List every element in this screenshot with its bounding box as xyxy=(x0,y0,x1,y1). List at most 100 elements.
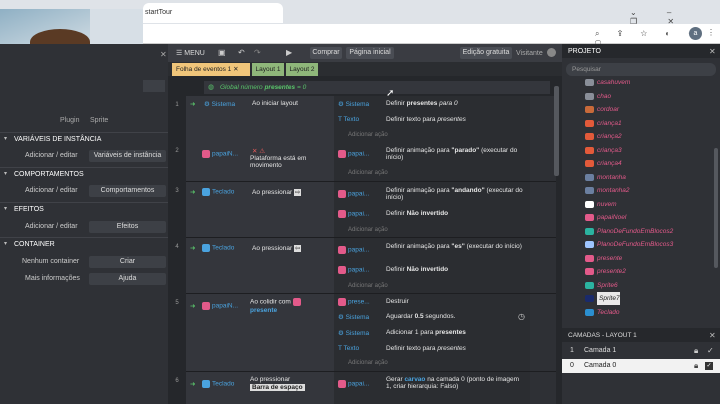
add-action-link[interactable]: Adicionar ação xyxy=(348,170,388,176)
tab-layout-2[interactable]: Layout 2 xyxy=(286,63,318,76)
project-item[interactable]: criança2 xyxy=(585,130,622,143)
layer-row[interactable]: 1 Camada 1 🔒︎ ✓ xyxy=(562,344,720,358)
action-text: Aguardar 0.5 segundos. xyxy=(386,313,456,320)
close-icon[interactable]: ✕ xyxy=(709,331,716,340)
project-search-input[interactable]: Pesquisar xyxy=(566,63,716,76)
project-title: PROJETO xyxy=(568,48,601,55)
menu-button[interactable]: ☰ MENU xyxy=(176,49,205,57)
play-icon[interactable]: ▶ xyxy=(286,48,292,57)
action-object: T Texto xyxy=(338,116,360,123)
event-scrollbar[interactable] xyxy=(554,86,559,176)
project-item[interactable]: presente2 xyxy=(585,265,626,278)
project-item[interactable]: chao xyxy=(585,90,611,103)
behaviors-button[interactable]: Comportamentos xyxy=(89,185,166,197)
project-panel: PROJETO ✕ Pesquisar casahuvem chao cordoar… xyxy=(562,44,720,328)
redo-icon[interactable]: ↷ xyxy=(254,48,261,57)
layer-row-selected[interactable]: 0 Camada 0 🔒︎ ✓ xyxy=(562,359,720,373)
effects-button[interactable]: Efeitos xyxy=(89,221,166,233)
home-button[interactable]: Página inicial xyxy=(346,47,394,59)
browser-tab-title: startTour xyxy=(145,9,173,16)
event-actions[interactable]: papai... Definir animação para "parado" … xyxy=(334,142,530,181)
project-item-label: montanha2 xyxy=(597,187,630,194)
chevron-down-icon: ▾ xyxy=(4,241,8,247)
project-item[interactable]: criança1 xyxy=(585,117,622,130)
event-block[interactable]: ➜ papaiN... Ao colidir com presente pres… xyxy=(186,294,556,372)
layers-panel: CAMADAS - LAYOUT 1 ✕ 1 Camada 1 🔒︎ ✓ 0 C… xyxy=(562,328,720,404)
undo-icon[interactable]: ↶ xyxy=(238,48,245,57)
object-type-icon xyxy=(585,295,594,302)
project-item-label: cordoar xyxy=(597,106,620,113)
add-action-link[interactable]: Adicionar ação xyxy=(348,283,388,289)
checkbox-icon[interactable]: ✓ xyxy=(705,362,713,370)
object-type-icon xyxy=(585,173,594,181)
event-conditions[interactable]: ➜ papaiN... Ao colidir com presente xyxy=(186,294,334,371)
event-actions[interactable]: papai... Definir animação para "es" (exe… xyxy=(334,238,530,293)
event-conditions[interactable]: ➜ Teclado Ao pressionar ⇦ xyxy=(186,238,334,293)
event-block[interactable]: ➜ Teclado Ao pressionar Barra de espaço … xyxy=(186,372,556,404)
event-conditions[interactable]: papaiN... ✕ ⚠ Plataforma está em movimen… xyxy=(186,142,334,181)
project-item[interactable]: PlanoDeFundoEmBlocos2 xyxy=(585,225,674,238)
create-container-button[interactable]: Criar xyxy=(89,256,166,268)
object-type-icon xyxy=(585,146,594,154)
checkbox-icon[interactable]: ✓ xyxy=(707,346,714,355)
browser-menu-icon[interactable]: ⋮ xyxy=(707,28,715,37)
project-item[interactable]: Sprite6 xyxy=(585,279,618,292)
lock-icon[interactable]: 🔒︎ xyxy=(694,346,698,356)
help-button[interactable]: Ajuda xyxy=(89,273,166,285)
project-item[interactable]: criança4 xyxy=(585,157,622,170)
condition-text: Plataforma está em movimento xyxy=(250,155,307,169)
project-item[interactable]: presente xyxy=(585,252,622,265)
project-item[interactable]: papaiNoel xyxy=(585,211,626,224)
event-block[interactable]: ➜ Teclado Ao pressionar ⇨ papai... Defin… xyxy=(186,182,556,238)
project-item[interactable]: montanha xyxy=(585,171,626,184)
tab-plugin[interactable]: Plugin xyxy=(60,117,79,124)
project-item-label: Teclado xyxy=(597,308,620,316)
properties-field[interactable] xyxy=(143,80,165,92)
close-icon[interactable]: ✕ xyxy=(709,47,716,56)
event-block[interactable]: papaiN... ✕ ⚠ Plataforma está em movimen… xyxy=(186,142,556,182)
action-text: Adicionar 1 para presentes xyxy=(386,329,466,336)
tab-sprite[interactable]: Sprite xyxy=(90,117,108,124)
key-icon: ⇦ xyxy=(293,245,302,252)
project-item[interactable]: criança3 xyxy=(585,144,622,157)
add-action-link[interactable]: Adicionar ação xyxy=(348,132,388,138)
event-actions[interactable]: papai... Gerar carvao na camada 0 (ponto… xyxy=(334,372,530,404)
project-item[interactable]: casahuvem xyxy=(585,78,630,89)
event-conditions[interactable]: ➜ Teclado Ao pressionar ⇨ xyxy=(186,182,334,237)
event-actions[interactable]: papai... Definir animação para "andando"… xyxy=(334,182,530,237)
project-scrollbar[interactable] xyxy=(714,148,718,268)
instance-variables-button[interactable]: Variáveis de instância xyxy=(89,150,166,162)
profile-avatar[interactable]: a xyxy=(689,27,702,40)
event-block[interactable]: ➜ Teclado Ao pressionar ⇦ papai... Defin… xyxy=(186,238,556,294)
project-item[interactable]: PlanoDeFundoEmBlocos3 xyxy=(585,238,673,251)
project-item[interactable]: Teclado xyxy=(585,306,620,319)
section-behaviors[interactable]: ▾ COMPORTAMENTOS xyxy=(0,167,168,181)
project-item-label: presente2 xyxy=(597,268,626,275)
event-conditions[interactable]: ➜ Teclado Ao pressionar Barra de espaço xyxy=(186,372,334,404)
project-item[interactable]: Sprite7 xyxy=(585,292,620,305)
globe-icon: ◍ xyxy=(208,84,215,91)
add-action-link[interactable]: Adicionar ação xyxy=(348,360,388,366)
project-item-label: nuvem xyxy=(597,200,617,208)
global-variable-row[interactable]: ◍ Global número presentes = 0 xyxy=(204,81,550,94)
project-item[interactable]: nuvem xyxy=(585,198,617,211)
section-container[interactable]: ▾ CONTAINER xyxy=(0,237,168,251)
close-icon[interactable]: ✕ xyxy=(160,50,167,59)
project-item-label: PlanoDeFundoEmBlocos2 xyxy=(597,227,674,235)
project-item[interactable]: montanha2 xyxy=(585,184,630,197)
save-icon[interactable]: ▣ xyxy=(218,48,226,57)
project-item[interactable]: cordoar xyxy=(585,103,620,116)
event-sheet: ◍ Global número presentes = 0 1 ➜ ⚙ Sist… xyxy=(168,76,562,404)
tab-layout-1[interactable]: Layout 1 xyxy=(252,63,284,76)
add-action-link[interactable]: Adicionar ação xyxy=(348,227,388,233)
event-actions[interactable]: prese... Destruir ⚙ Sistema Aguardar 0.5… xyxy=(334,294,530,371)
section-effects[interactable]: ▾ EFEITOS xyxy=(0,202,168,216)
browser-tab[interactable]: startTour xyxy=(143,3,283,23)
user-icon[interactable] xyxy=(547,48,556,57)
tab-event-sheet[interactable]: Folha de eventos 1 ✕ xyxy=(172,63,250,76)
action-text: Definir animação para "andando" (executa… xyxy=(386,187,523,201)
action-text: Definir presentes para 0 xyxy=(386,100,458,107)
section-instance-variables[interactable]: ▾ VARIÁVEIS DE INSTÂNCIA xyxy=(0,132,168,146)
lock-icon[interactable]: 🔒︎ xyxy=(694,361,698,371)
buy-button[interactable]: Comprar xyxy=(310,47,342,59)
